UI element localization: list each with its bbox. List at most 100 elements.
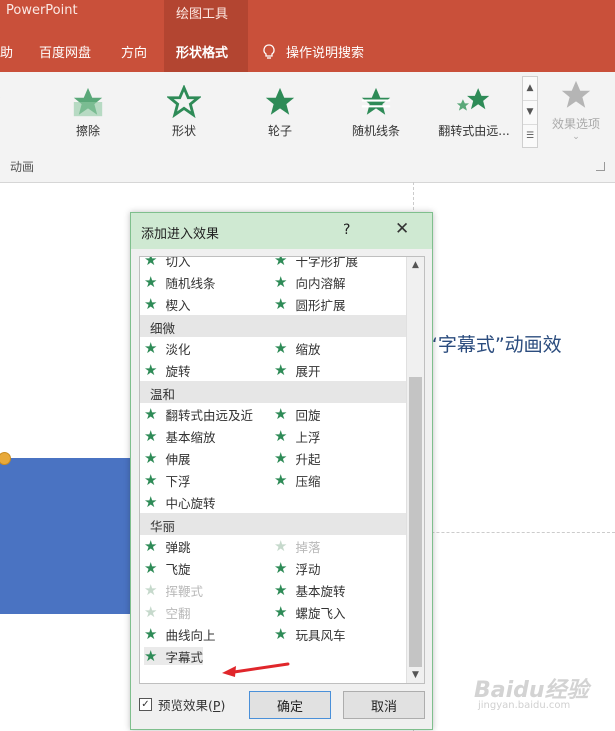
effect-item[interactable]: ★ 上浮 xyxy=(274,427,320,445)
effect-item[interactable]: ★ 浮动 xyxy=(274,559,320,577)
effect-row: ★ 旋转 ★ 展开 xyxy=(140,359,406,381)
effect-item[interactable]: ★ 曲线向上 xyxy=(144,625,215,643)
gallery-item-unfold[interactable]: 展 xyxy=(0,84,24,139)
checkbox-checked-icon[interactable]: ✓ xyxy=(139,698,152,711)
star-icon: ★ xyxy=(274,338,288,357)
effect-item[interactable]: ★ 基本旋转 xyxy=(274,581,345,599)
effect-item[interactable]: ★ 随机线条 xyxy=(144,273,215,291)
effect-row: ★ 空翻 ★ 螺旋飞入 xyxy=(140,601,406,623)
effect-item[interactable]: ★ 伸展 xyxy=(144,449,190,467)
effect-item[interactable]: ★ 空翻 xyxy=(144,603,190,621)
effect-item[interactable]: ★ 弹跳 xyxy=(144,537,190,555)
effect-item[interactable]: ★ 旋转 xyxy=(144,361,190,379)
effect-item[interactable]: ★ 楔入 xyxy=(144,295,190,313)
star-icon: ★ xyxy=(144,338,158,357)
cancel-button[interactable]: 取消 xyxy=(343,691,425,719)
effect-item[interactable]: ★ 挥鞭式 xyxy=(144,581,203,599)
contextual-group-label: 绘图工具 xyxy=(176,7,229,22)
tab-shape-format[interactable]: 形状格式 xyxy=(176,42,228,61)
star-icon: ★ xyxy=(144,646,158,665)
effect-label: 楔入 xyxy=(165,297,191,313)
effect-item[interactable]: ★ 升起 xyxy=(274,449,320,467)
effect-item[interactable]: ★ 回旋 xyxy=(274,405,320,423)
star-effect-icon xyxy=(456,88,490,111)
ok-button[interactable]: 确定 xyxy=(249,691,331,719)
effect-item[interactable]: ★ 淡化 xyxy=(144,339,190,357)
preview-effect-checkbox[interactable]: ✓ 预览效果(P) xyxy=(139,695,225,714)
effect-item[interactable]: ★ 翻转式由远及近 xyxy=(144,405,253,423)
effect-item[interactable]: ★ 切入 xyxy=(144,257,190,269)
scroll-down-icon[interactable]: ▼ xyxy=(407,667,424,683)
scroll-thumb[interactable] xyxy=(409,377,422,667)
effect-label: 向内溶解 xyxy=(295,275,346,291)
star-icon: ★ xyxy=(144,426,158,445)
effect-item[interactable]: ★ 螺旋飞入 xyxy=(274,603,345,621)
effect-row: ★ 基本缩放 ★ 上浮 xyxy=(140,425,406,447)
effect-item[interactable]: ★ 向内溶解 xyxy=(274,273,345,291)
effect-row: ★ 淡化 ★ 缩放 xyxy=(140,337,406,359)
effect-category-header: 华丽 xyxy=(140,513,406,535)
tab-help[interactable]: 助 xyxy=(0,42,13,61)
gallery-item-label: 展 xyxy=(0,122,24,139)
star-icon: ★ xyxy=(274,404,288,423)
gallery-item-shape[interactable]: 形状 xyxy=(146,84,222,139)
effect-row: ★ 挥鞭式 ★ 基本旋转 xyxy=(140,579,406,601)
tell-me-search[interactable]: 操作说明搜索 xyxy=(262,42,364,61)
effect-options-button[interactable]: 效果选项 ⌄ xyxy=(540,78,612,142)
help-button[interactable]: ? xyxy=(343,222,350,238)
gallery-scroll-down-icon[interactable]: ▼ xyxy=(523,101,537,125)
effect-item[interactable]: ★ 十字形扩展 xyxy=(274,257,358,269)
close-button[interactable]: ✕ xyxy=(395,219,409,239)
scroll-up-icon[interactable]: ▲ xyxy=(407,257,424,273)
effect-item[interactable]: ★ 玩具风车 xyxy=(274,625,345,643)
star-effect-icon xyxy=(265,87,295,115)
effect-item[interactable]: ★ 飞旋 xyxy=(144,559,190,577)
effect-label: 曲线向上 xyxy=(165,627,216,643)
tab-direction[interactable]: 方向 xyxy=(121,42,147,61)
dialog-launcher-icon[interactable] xyxy=(596,162,605,171)
effect-label: 螺旋飞入 xyxy=(295,605,346,621)
star-icon: ★ xyxy=(144,580,158,599)
star-icon xyxy=(561,80,591,108)
effect-item[interactable]: ★ 圆形扩展 xyxy=(274,295,345,313)
effect-label: 下浮 xyxy=(165,473,191,489)
gallery-item-grow-turn[interactable]: 翻转式由远... xyxy=(434,84,514,139)
effect-label: 伸展 xyxy=(165,451,191,467)
effects-list[interactable]: ★ 切入 ★ 十字形扩展 ★ 随机线条 ★ 向内溶解 ★ 楔入 ★ 圆形扩展 细微 ★ 淡化 ★ 缩放 ★ 旋转 ★ 展… xyxy=(139,256,425,684)
category-label: 细微 xyxy=(150,321,176,336)
effect-row: ★ 中心旋转 xyxy=(140,491,406,513)
star-icon: ★ xyxy=(274,426,288,445)
star-effect-icon xyxy=(167,85,201,119)
effect-item[interactable]: ★ 中心旋转 xyxy=(144,493,215,511)
category-label: 华丽 xyxy=(150,519,176,534)
slide-shape-rectangle[interactable] xyxy=(0,458,134,614)
gallery-scroll[interactable]: ▲ ▼ ☰ xyxy=(522,76,538,148)
effect-item[interactable]: ★ 掉落 xyxy=(274,537,320,555)
list-scrollbar[interactable]: ▲ ▼ xyxy=(406,257,424,683)
star-icon: ★ xyxy=(144,624,158,643)
star-icon: ★ xyxy=(144,492,158,511)
effect-item[interactable]: ★ 下浮 xyxy=(144,471,190,489)
gallery-more-icon[interactable]: ☰ xyxy=(523,125,537,148)
gallery-scroll-up-icon[interactable]: ▲ xyxy=(523,77,537,101)
effect-item[interactable]: ★ 缩放 xyxy=(274,339,320,357)
slide-title-text[interactable]: “字幕式”动画效 xyxy=(428,330,562,357)
effect-label: 随机线条 xyxy=(165,275,216,291)
gallery-item-label: 轮子 xyxy=(267,124,292,138)
app-title: PowerPoint xyxy=(6,3,78,18)
tab-baidu-netdisk[interactable]: 百度网盘 xyxy=(39,42,91,61)
ribbon: 展 擦除 形状 轮子 随机线条 翻转式由远... ▲ ▼ ☰ 效果选项 ⌄ 动画 xyxy=(0,72,615,183)
gallery-item-wheel[interactable]: 轮子 xyxy=(242,84,318,139)
effect-item[interactable]: ★ 展开 xyxy=(274,361,320,379)
star-icon: ★ xyxy=(144,536,158,555)
star-icon: ★ xyxy=(274,558,288,577)
effect-row: ★ 下浮 ★ 压缩 xyxy=(140,469,406,491)
gallery-item-random-bars[interactable]: 随机线条 xyxy=(338,84,414,139)
gallery-item-label: 随机线条 xyxy=(351,124,400,138)
effect-item[interactable]: ★ 基本缩放 xyxy=(144,427,215,445)
effect-label: 字幕式 xyxy=(165,649,203,665)
gallery-item-label: 擦除 xyxy=(75,124,100,138)
effect-item[interactable]: ★ 字幕式 xyxy=(144,647,203,665)
gallery-item-wipe[interactable]: 擦除 xyxy=(50,84,126,139)
effect-item[interactable]: ★ 压缩 xyxy=(274,471,320,489)
